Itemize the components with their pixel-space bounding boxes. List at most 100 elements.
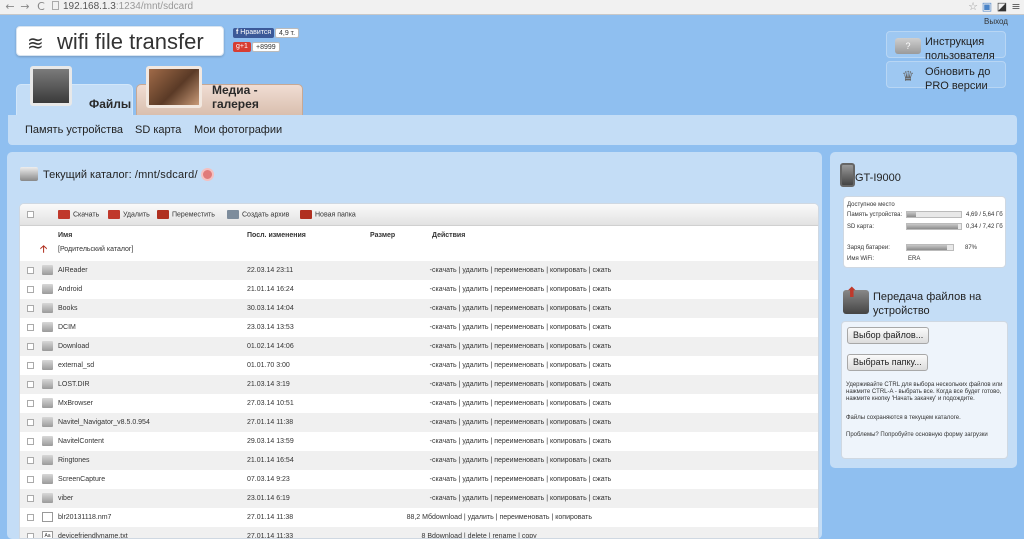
file-name[interactable]: Ringtones	[58, 451, 90, 470]
table-row[interactable]: Ringtones 21.01.14 16:54 - скачать | удалит…	[20, 451, 818, 470]
select-all-checkbox[interactable]	[27, 211, 34, 218]
table-row[interactable]: LOST.DIR 21.03.14 3:19 - скачать | удалить …	[20, 375, 818, 394]
table-row[interactable]: Books 30.03.14 14:04 - скачать | удалить | …	[20, 299, 818, 318]
file-actions[interactable]: скачать | удалить | переименовать | копи…	[432, 261, 611, 280]
row-checkbox[interactable]	[27, 381, 34, 388]
table-row[interactable]: Download 01.02.14 14:06 - скачать | удалить…	[20, 337, 818, 356]
row-checkbox[interactable]	[27, 286, 34, 293]
move-button[interactable]: Переместить	[157, 210, 215, 220]
file-actions[interactable]: скачать | удалить | переименовать | копи…	[432, 451, 611, 470]
file-name[interactable]: MxBrowser	[58, 394, 93, 413]
file-date: 01.01.70 3:00	[247, 362, 290, 369]
table-row[interactable]: Android 21.01.14 16:24 - скачать | удалить …	[20, 280, 818, 299]
extension-icon[interactable]: ▣	[981, 0, 993, 14]
table-row[interactable]: DCIM 23.03.14 13:53 - скачать | удалить | п…	[20, 318, 818, 337]
file-name[interactable]: viber	[58, 489, 73, 508]
file-actions[interactable]: скачать | удалить | переименовать | копи…	[432, 337, 611, 356]
file-name[interactable]: Android	[58, 280, 82, 299]
table-row[interactable]: blr20131118.nm7 27.01.14 11:38 88,2 Мб down…	[20, 508, 818, 527]
choose-files-button[interactable]: Выбор файлов...	[847, 327, 930, 344]
row-checkbox[interactable]	[27, 419, 34, 426]
table-row[interactable]: NavitelContent 29.03.14 13:59 - скачать | у…	[20, 432, 818, 451]
row-checkbox[interactable]	[27, 514, 34, 521]
url-path: :1234/mnt/sdcard	[115, 1, 194, 12]
row-checkbox[interactable]	[27, 495, 34, 502]
col-name[interactable]: Имя	[58, 232, 72, 239]
row-checkbox[interactable]	[27, 267, 34, 274]
nav-my-photos[interactable]: Мои фотографии	[194, 124, 282, 136]
col-size[interactable]: Размер	[370, 232, 395, 239]
file-actions[interactable]: скачать | удалить | переименовать | копи…	[432, 280, 611, 299]
create-archive-button[interactable]: Создать архив	[227, 210, 289, 220]
file-table: Скачать Удалить Переместить Создать архи…	[19, 203, 819, 539]
back-arrow-icon[interactable]: ←	[4, 0, 16, 14]
delete-button[interactable]: Удалить	[108, 210, 150, 220]
menu-icon[interactable]: ≡	[1010, 0, 1022, 14]
file-actions[interactable]: скачать | удалить | переименовать | копи…	[432, 299, 611, 318]
file-actions[interactable]: скачать | удалить | переименовать | копи…	[432, 413, 611, 432]
upgrade-pro-button[interactable]: ♛ Обновить до PRO версии	[886, 61, 1006, 92]
facebook-like-button[interactable]: f Нравится	[233, 28, 275, 38]
row-checkbox[interactable]	[27, 533, 34, 538]
new-folder-button[interactable]: Новая папка	[300, 210, 356, 220]
address-bar[interactable]: 192.168.1.3:1234/mnt/sdcard	[52, 1, 962, 13]
logout-link[interactable]: Выход	[984, 17, 1008, 26]
file-name[interactable]: devicefriendlyname.txt	[58, 527, 128, 538]
file-actions[interactable]: скачать | удалить | переименовать | копи…	[432, 470, 611, 489]
row-checkbox[interactable]	[27, 343, 34, 350]
nav-sd-card[interactable]: SD карта	[135, 124, 181, 136]
file-name[interactable]: AIReader	[58, 261, 88, 280]
upload-problems-link[interactable]: Проблемы? Попробуйте основную форму загр…	[846, 432, 1006, 439]
row-checkbox[interactable]	[27, 362, 34, 369]
file-name[interactable]: external_sd	[58, 356, 94, 375]
table-row[interactable]: AIReader 22.03.14 23:11 - скачать | удалить…	[20, 261, 818, 280]
row-checkbox[interactable]	[27, 438, 34, 445]
file-name[interactable]: DCIM	[58, 318, 76, 337]
table-row[interactable]: viber 23.01.14 6:19 - скачать | удалить | п…	[20, 489, 818, 508]
file-actions[interactable]: download | delete | rename | copy	[432, 527, 537, 538]
table-row[interactable]: Aa devicefriendlyname.txt 27.01.14 11:33 8 …	[20, 527, 818, 538]
table-row[interactable]: ScreenCapture 07.03.14 9:23 - скачать | уда…	[20, 470, 818, 489]
extension-n-icon[interactable]: ◪	[996, 0, 1008, 14]
page-icon	[52, 1, 59, 10]
table-row[interactable]: external_sd 01.01.70 3:00 - скачать | удали…	[20, 356, 818, 375]
file-actions[interactable]: скачать | удалить | переименовать | копи…	[432, 375, 611, 394]
file-size: -	[429, 419, 432, 426]
table-row[interactable]: MxBrowser 27.03.14 10:51 - скачать | удалит…	[20, 394, 818, 413]
file-actions[interactable]: download | удалить | переименовать | коп…	[432, 508, 592, 527]
user-manual-button[interactable]: ? Инструкция пользователя	[886, 31, 1006, 62]
star-icon[interactable]: ☆	[967, 0, 979, 14]
parent-catalog-link[interactable]: [Родительский каталог]	[58, 246, 133, 253]
table-row[interactable]: Navitel_Navigator_v8.5.0.954 27.01.14 11:…	[20, 413, 818, 432]
file-name[interactable]: ScreenCapture	[58, 470, 105, 489]
row-checkbox[interactable]	[27, 476, 34, 483]
download-button[interactable]: Скачать	[58, 210, 99, 220]
file-actions[interactable]: скачать | удалить | переименовать | копи…	[432, 489, 611, 508]
file-name[interactable]: NavitelContent	[58, 432, 104, 451]
row-checkbox[interactable]	[27, 457, 34, 464]
reload-icon[interactable]: C	[35, 0, 47, 14]
row-checkbox[interactable]	[27, 324, 34, 331]
file-toolbar: Скачать Удалить Переместить Создать архи…	[20, 204, 818, 226]
tab-files-label: Файлы	[89, 97, 132, 111]
file-name[interactable]: blr20131118.nm7	[58, 508, 111, 527]
row-checkbox[interactable]	[27, 305, 34, 312]
file-name[interactable]: Navitel_Navigator_v8.5.0.954	[58, 413, 150, 432]
refresh-icon[interactable]	[200, 168, 214, 181]
row-checkbox[interactable]	[27, 400, 34, 407]
file-actions[interactable]: скачать | удалить | переименовать | копи…	[432, 356, 611, 375]
folder-icon	[42, 455, 53, 465]
file-actions[interactable]: скачать | удалить | переименовать | копи…	[432, 394, 611, 413]
file-name[interactable]: Download	[58, 337, 89, 356]
choose-folder-button[interactable]: Выбрать папку...	[847, 354, 928, 371]
nav-device-memory[interactable]: Память устройства	[25, 124, 123, 136]
forward-arrow-icon[interactable]: →	[19, 0, 31, 14]
file-name[interactable]: LOST.DIR	[58, 375, 90, 394]
col-modified[interactable]: Посл. изменения	[247, 232, 306, 239]
upload-box: Выбор файлов... Выбрать папку... Удержив…	[841, 321, 1008, 459]
file-actions[interactable]: скачать | удалить | переименовать | копи…	[432, 318, 611, 337]
file-actions[interactable]: скачать | удалить | переименовать | копи…	[432, 432, 611, 451]
file-name[interactable]: Books	[58, 299, 77, 318]
gplus-button[interactable]: g+1	[233, 42, 251, 52]
file-date: 23.03.14 13:53	[247, 324, 294, 331]
